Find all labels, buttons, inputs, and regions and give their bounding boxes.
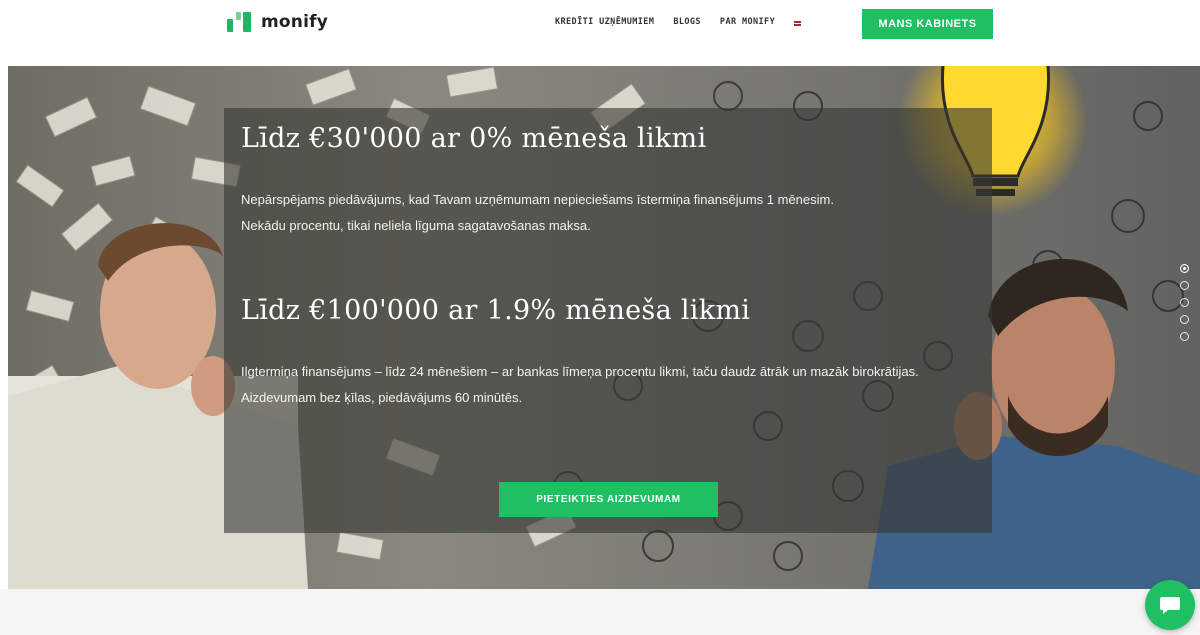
content-section-top xyxy=(0,589,1200,635)
nav-item-credits[interactable]: KREDĪTI UZŅĒMUMIEM xyxy=(555,15,654,29)
latvian-flag-icon[interactable] xyxy=(794,20,802,26)
offer1-line1: Nepārspējams piedāvājums, kad Tavam uzņē… xyxy=(241,192,834,207)
nav-item-blog[interactable]: BLOGS xyxy=(673,15,701,29)
slider-dot[interactable] xyxy=(1180,281,1189,290)
nav-item-about[interactable]: PAR MONIFY xyxy=(720,15,775,29)
offer1-title: Līdz €30'000 ar 0% mēneša likmi xyxy=(241,123,707,154)
slider-dot[interactable] xyxy=(1180,332,1189,341)
slider-dot[interactable] xyxy=(1180,315,1189,324)
slider-dots xyxy=(1180,264,1189,349)
site-header: monify KREDĪTI UZŅĒMUMIEM BLOGS PAR MONI… xyxy=(0,0,1200,58)
offer1-description: Nepārspējams piedāvājums, kad Tavam uzņē… xyxy=(241,187,976,239)
offer2-line2: Aizdevumam bez ķīlas, piedāvājums 60 min… xyxy=(241,390,523,405)
chat-bubble-icon xyxy=(1160,597,1180,614)
chat-button[interactable] xyxy=(1145,580,1195,630)
offer2-description: Ilgtermiņa finansējums – līdz 24 mēnešie… xyxy=(241,359,976,411)
apply-loan-button[interactable]: PIETEIKTIES AIZDEVUMAM xyxy=(499,482,718,517)
offer1-line2: Nekādu procentu, tikai neliela līguma sa… xyxy=(241,218,591,233)
logo-text: monify xyxy=(261,12,329,32)
monify-logo[interactable]: monify xyxy=(227,12,328,32)
offer2-title: Līdz €100'000 ar 1.9% mēneša likmi xyxy=(241,295,751,326)
logo-mark-icon xyxy=(227,12,253,32)
main-nav: KREDĪTI UZŅĒMUMIEM BLOGS PAR MONIFY xyxy=(555,15,823,29)
my-cabinet-button[interactable]: MANS KABINETS xyxy=(862,9,993,39)
slider-dot[interactable] xyxy=(1180,264,1189,273)
offer2-line1: Ilgtermiņa finansējums – līdz 24 mēnešie… xyxy=(241,364,919,379)
hero-banner: Līdz €30'000 ar 0% mēneša likmi Nepārspē… xyxy=(8,66,1200,589)
slider-dot[interactable] xyxy=(1180,298,1189,307)
